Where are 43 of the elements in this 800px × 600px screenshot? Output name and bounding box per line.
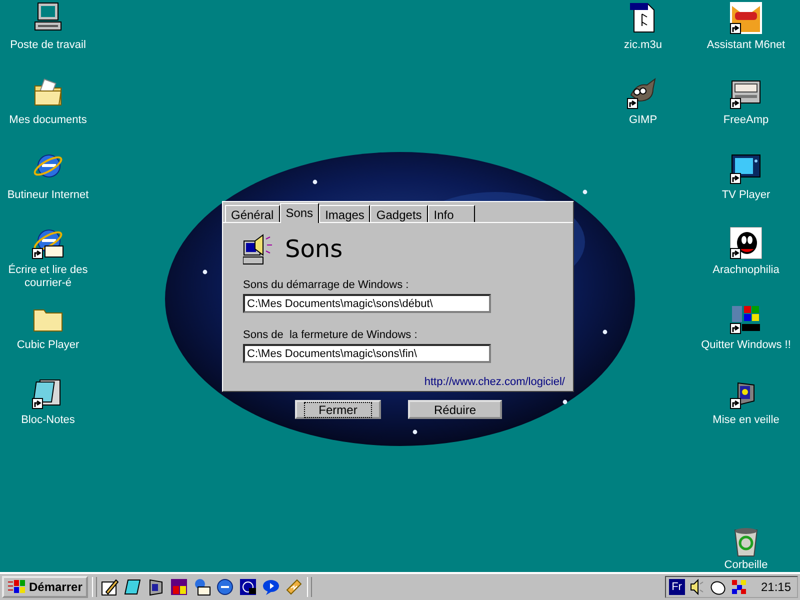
icon-label[interactable]: FreeAmp [723, 114, 769, 127]
icon-label[interactable]: Quitter Windows !! [701, 339, 791, 352]
input-field[interactable]: C:\Mes Documents\magic\sons\début\ [243, 294, 491, 313]
icon-label[interactable]: Assistant M6net [706, 39, 786, 52]
speaker-icon[interactable] [688, 579, 705, 595]
icon-label[interactable]: Écrire et lire des courrier-é [2, 264, 94, 290]
icon-label[interactable]: zic.m3u [624, 39, 662, 52]
icon-label[interactable]: Butineur Internet [7, 189, 89, 202]
icon-label[interactable]: Corbeille [724, 559, 768, 572]
icon-label[interactable]: Arachnophilia [712, 264, 780, 277]
start-button[interactable]: Démarrer [2, 576, 88, 598]
windows-flag-icon [8, 579, 26, 595]
mail-e-icon[interactable] [193, 578, 212, 596]
website-link[interactable]: http://www.chez.com/logiciel/ [424, 376, 565, 388]
colorful-box-icon[interactable] [170, 578, 188, 596]
speech-bubble-icon[interactable] [262, 578, 280, 596]
clock: 21:15 [760, 580, 791, 594]
dialog-title: Sons [285, 235, 343, 263]
tab[interactable]: Info [428, 205, 475, 222]
tab[interactable]: Images [319, 205, 370, 222]
icon-label[interactable]: TV Player [722, 189, 770, 202]
dialog-button[interactable]: Réduire [408, 400, 502, 419]
language-indicator[interactable]: Fr [668, 579, 685, 595]
input-field[interactable]: C:\Mes Documents\magic\sons\fin\ [243, 344, 491, 363]
spiral-screen-icon[interactable] [239, 578, 258, 596]
icon-label[interactable]: GIMP [628, 114, 658, 127]
colorful-grid-icon[interactable] [730, 579, 747, 595]
field-label: Sons du démarrage de Windows : [243, 279, 410, 291]
lightning-icon[interactable] [285, 578, 304, 596]
icon-label[interactable]: Mes documents [9, 114, 87, 127]
dialog-button[interactable]: Fermer [295, 400, 381, 419]
pencil-paper-icon[interactable] [101, 578, 120, 596]
icon-label[interactable]: Mise en veille [712, 414, 780, 427]
icon-label[interactable]: Poste de travail [10, 39, 86, 52]
field-label: Sons de la fermeture de Windows : [243, 329, 418, 341]
monitor-icon[interactable] [147, 578, 166, 596]
tab[interactable]: Sons [280, 203, 320, 223]
speaker-computer-icon [243, 233, 275, 265]
tab[interactable]: Général [225, 205, 280, 222]
icon-label[interactable]: Bloc-Notes [21, 414, 75, 427]
globe-e-icon[interactable] [216, 578, 234, 596]
icon-label[interactable]: Cubic Player [16, 339, 80, 352]
tab[interactable]: Gadgets [370, 205, 428, 222]
